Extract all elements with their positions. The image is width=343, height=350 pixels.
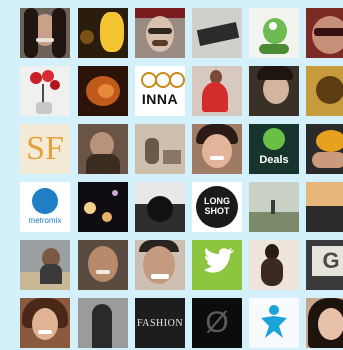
sign-letter: G [322,248,340,273]
avatar-woman-dark-hair[interactable] [20,8,70,58]
avatar-green-dragon[interactable] [249,8,299,58]
metromix-text: metromix [28,216,62,225]
inna-logo-text: INNA [141,91,179,107]
avatar-red-flowers[interactable] [20,66,70,116]
long-shot-text: LONG SHOT [204,196,230,216]
avatar-gray-figure[interactable] [78,298,128,348]
avatar-inna-logo[interactable]: INNA [135,66,185,116]
avatar-metromix-logo[interactable]: metromix [20,182,70,232]
avatar-bw-figure[interactable] [135,182,185,232]
empty-set-glyph: Ø [205,306,229,339]
avatar-asian-woman[interactable] [306,298,343,348]
avatar-grid: INNA SF Deals metromix LONG SHOT G FASHI… [0,0,343,350]
avatar-bokeh-dark[interactable] [78,182,128,232]
avatar-brown-photo[interactable] [78,124,128,174]
avatar-woman-dark-portrait[interactable] [249,66,299,116]
avatar-beach-man[interactable] [20,240,70,290]
avatar-man-glasses[interactable] [135,8,185,58]
avatar-smiling-woman-2[interactable] [20,298,70,348]
avatar-man-closeup[interactable] [135,240,185,290]
avatar-smiling-man[interactable] [78,240,128,290]
avatar-landscape[interactable] [249,182,299,232]
avatar-fashion-text[interactable]: FASHION [135,298,185,348]
avatar-deals-logo[interactable]: Deals [249,124,299,174]
avatar-yellow-lights[interactable] [78,8,128,58]
avatar-empty-set-logo[interactable]: Ø [192,298,242,348]
avatar-yellow-partial[interactable] [306,66,343,116]
avatar-black-sign[interactable] [192,8,242,58]
avatar-sepia-scene[interactable] [135,124,185,174]
twitter-bird-icon [204,248,234,273]
deals-text: Deals [259,154,289,166]
avatar-twitter-bird[interactable] [192,240,242,290]
avatar-hand-badge[interactable] [306,124,343,174]
avatar-blue-star-person[interactable] [249,298,299,348]
avatar-long-shot-logo[interactable]: LONG SHOT [192,182,242,232]
avatar-smiling-woman[interactable] [192,124,242,174]
avatar-woman-red-dress[interactable] [192,66,242,116]
avatar-sf-letters[interactable]: SF [20,124,70,174]
avatar-orange-dark[interactable] [78,66,128,116]
avatar-sign-partial[interactable]: G [306,240,343,290]
avatar-woman-crouching[interactable] [249,240,299,290]
star-person-icon [261,305,287,338]
avatar-partial-photo[interactable] [306,182,343,232]
fashion-text: FASHION [136,318,184,329]
avatar-woman-red-sunglasses[interactable] [306,8,343,58]
sf-text: SF [26,130,64,167]
